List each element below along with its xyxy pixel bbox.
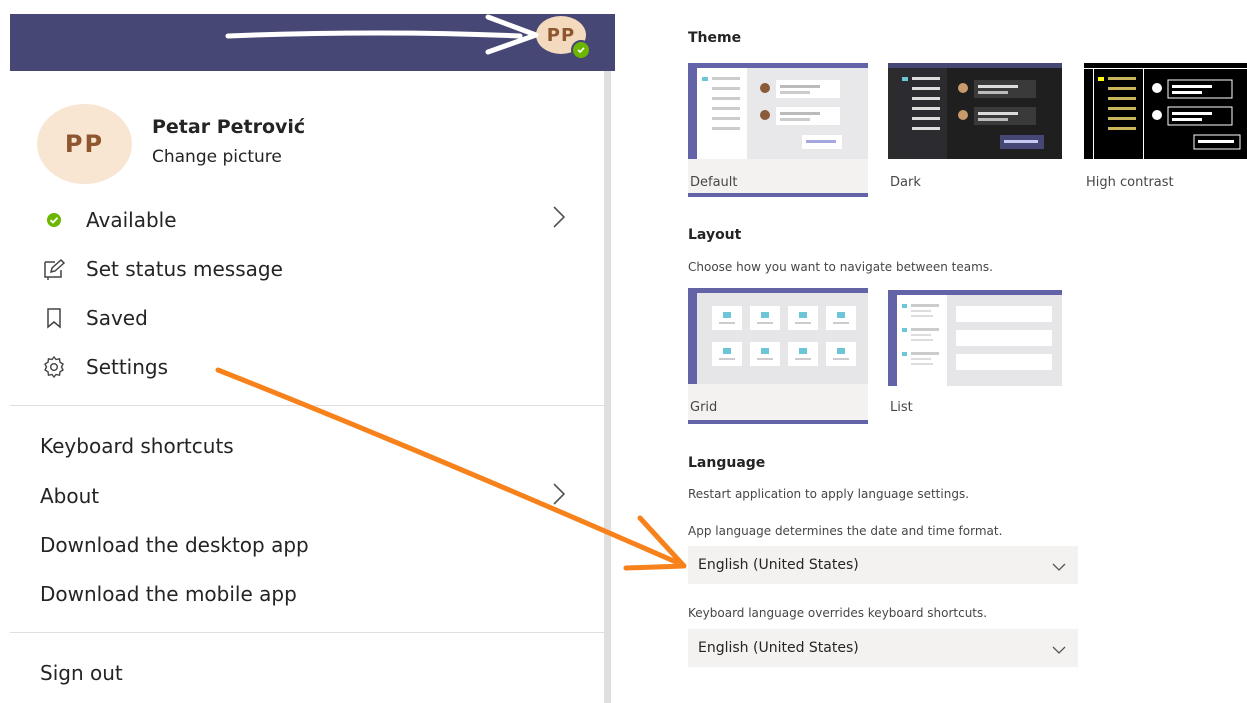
about-item[interactable]: About xyxy=(40,484,99,508)
language-restart-note: Restart application to apply language se… xyxy=(688,487,970,501)
keyboard-shortcuts-item[interactable]: Keyboard shortcuts xyxy=(40,434,234,458)
keyboard-language-note: Keyboard language overrides keyboard sho… xyxy=(688,606,988,620)
presence-available-icon xyxy=(571,40,591,60)
status-label: Available xyxy=(86,208,177,232)
divider xyxy=(10,405,604,406)
app-header-bar xyxy=(10,14,615,71)
chevron-right-icon[interactable] xyxy=(552,482,566,513)
chevron-down-icon xyxy=(1052,639,1066,658)
selected-indicator xyxy=(688,420,868,424)
gear-icon xyxy=(40,355,68,379)
layout-list-label: List xyxy=(890,400,913,415)
settings-item[interactable]: Settings xyxy=(40,355,168,379)
saved-label: Saved xyxy=(86,306,148,330)
app-language-dropdown[interactable]: English (United States) xyxy=(688,546,1078,584)
settings-label: Settings xyxy=(86,355,169,379)
layout-description: Choose how you want to navigate between … xyxy=(688,260,993,274)
keyboard-language-value: English (United States) xyxy=(698,640,859,656)
theme-heading: Theme xyxy=(688,30,742,46)
user-name: Petar Petrović xyxy=(152,116,306,138)
divider xyxy=(10,632,604,633)
chevron-down-icon xyxy=(1052,556,1066,575)
layout-option-list[interactable] xyxy=(888,290,1062,386)
download-mobile-item[interactable]: Download the mobile app xyxy=(40,582,297,606)
layout-heading: Layout xyxy=(688,227,742,243)
edit-status-icon xyxy=(40,257,68,281)
set-status-message-item[interactable]: Set status message xyxy=(40,257,283,281)
scrollbar[interactable] xyxy=(604,71,611,703)
set-status-label: Set status message xyxy=(86,257,283,281)
theme-high-contrast-label: High contrast xyxy=(1086,175,1174,190)
selected-indicator xyxy=(688,193,868,197)
theme-default-label: Default xyxy=(690,175,738,190)
sign-out-item[interactable]: Sign out xyxy=(40,661,123,685)
profile-menu: PP PP Petar Petrović Change picture Avai… xyxy=(0,0,615,703)
chevron-right-icon[interactable] xyxy=(552,205,566,236)
layout-grid-label: Grid xyxy=(690,400,718,415)
profile-avatar[interactable]: PP xyxy=(37,104,132,184)
status-available-item[interactable]: Available xyxy=(40,208,177,232)
theme-option-high-contrast[interactable] xyxy=(1084,63,1247,159)
download-desktop-item[interactable]: Download the desktop app xyxy=(40,533,309,557)
change-picture-link[interactable]: Change picture xyxy=(152,147,282,167)
language-heading: Language xyxy=(688,455,766,471)
theme-option-dark[interactable] xyxy=(888,63,1062,159)
app-language-value: English (United States) xyxy=(698,557,859,573)
bookmark-icon xyxy=(40,306,68,330)
app-language-note: App language determines the date and tim… xyxy=(688,524,1003,538)
check-circle-icon xyxy=(40,208,68,232)
saved-item[interactable]: Saved xyxy=(40,306,148,330)
keyboard-language-dropdown[interactable]: English (United States) xyxy=(688,629,1078,667)
theme-dark-label: Dark xyxy=(890,175,921,190)
